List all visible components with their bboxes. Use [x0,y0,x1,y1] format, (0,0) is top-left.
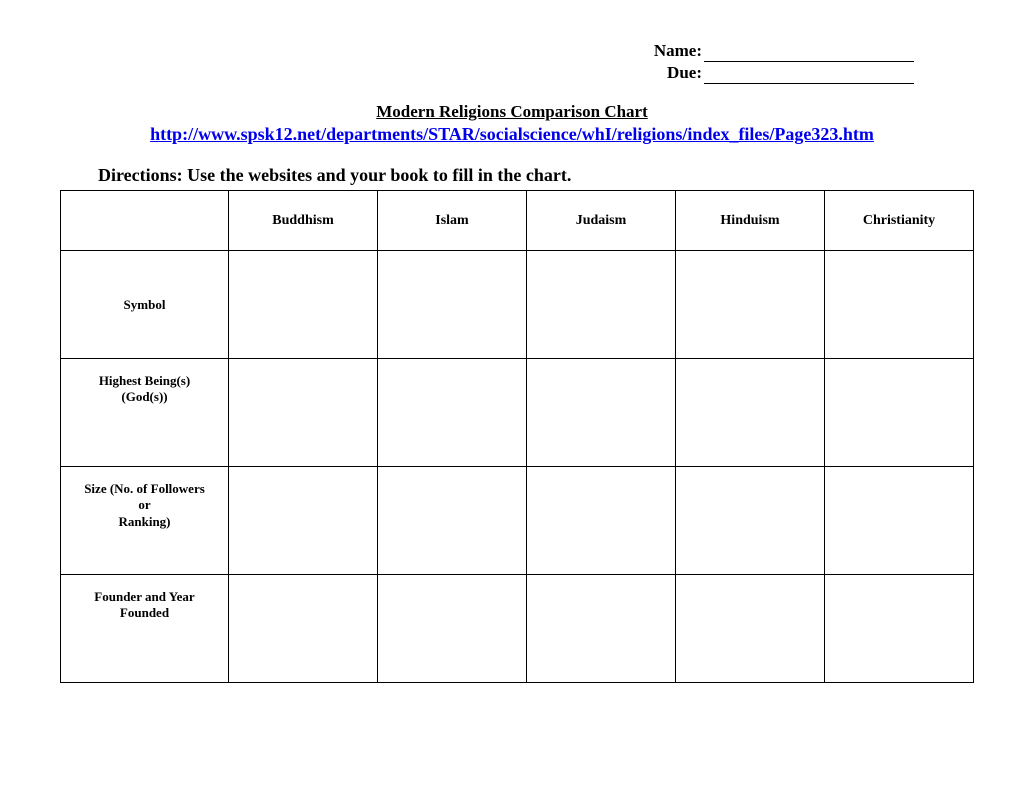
table-cell [527,359,676,467]
page-title: Modern Religions Comparison Chart [376,102,648,121]
table-cell [378,467,527,575]
table-cell [229,575,378,683]
table-cell [378,251,527,359]
table-cell [527,575,676,683]
table-cell [825,251,974,359]
table-row: Size (No. of FollowersorRanking) [61,467,974,575]
table-header-row: Buddhism Islam Judaism Hinduism Christia… [61,191,974,251]
due-label: Due: [667,63,702,82]
table-row: Highest Being(s)(God(s)) [61,359,974,467]
row-label: Size (No. of FollowersorRanking) [61,467,229,575]
table-cell [676,575,825,683]
comparison-table: Buddhism Islam Judaism Hinduism Christia… [60,190,974,683]
table-cell [825,359,974,467]
table-cell [378,575,527,683]
row-label: Highest Being(s)(God(s)) [61,359,229,467]
row-label: Symbol [61,251,229,359]
corner-cell [61,191,229,251]
source-link[interactable]: http://www.spsk12.net/departments/STAR/s… [60,124,964,145]
col-header: Islam [378,191,527,251]
name-label: Name: [654,41,702,60]
due-line: Due: [60,62,914,84]
table-cell [229,359,378,467]
title-block: Modern Religions Comparison Chart http:/… [60,102,964,145]
table-cell [527,251,676,359]
table-row: Founder and YearFounded [61,575,974,683]
directions: Directions: Use the websites and your bo… [98,165,964,186]
row-label: Founder and YearFounded [61,575,229,683]
due-blank [704,83,914,84]
col-header: Christianity [825,191,974,251]
col-header: Buddhism [229,191,378,251]
table-cell [825,467,974,575]
table-cell [378,359,527,467]
table-cell [676,251,825,359]
table-cell [229,467,378,575]
table-cell [229,251,378,359]
table-row: Symbol [61,251,974,359]
student-info: Name: Due: [60,40,964,84]
table-cell [676,467,825,575]
col-header: Hinduism [676,191,825,251]
col-header: Judaism [527,191,676,251]
name-line: Name: [60,40,914,62]
table-cell [527,467,676,575]
table-cell [825,575,974,683]
table-cell [676,359,825,467]
